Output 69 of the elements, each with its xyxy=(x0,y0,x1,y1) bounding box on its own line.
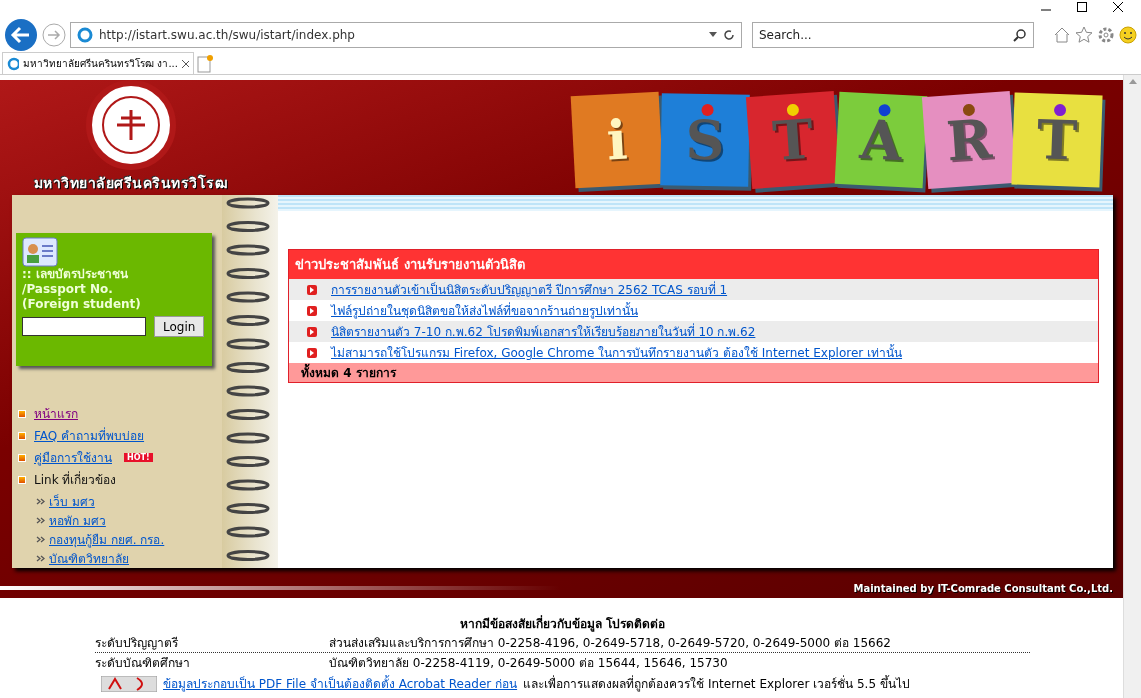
contact-value: ส่วนส่งเสริมและบริการการศึกษา 0-2258-4196, 0-2649-5718, 0-2649-5720, 0-2649-5000 ต่อ 15662 xyxy=(329,635,891,652)
refresh-icon[interactable] xyxy=(723,29,735,41)
menu-link[interactable]: หน้าแรก xyxy=(34,404,78,423)
chevron-icon xyxy=(36,555,45,562)
acrobat-icon xyxy=(101,675,157,692)
arrow-icon xyxy=(307,284,317,295)
maximize-icon[interactable] xyxy=(1077,2,1087,12)
university-name: มหาวิทยาลัยศรีนครินทรวิโรฒ xyxy=(33,173,229,193)
arrow-icon xyxy=(307,347,317,358)
arrow-icon xyxy=(307,305,317,316)
close-icon[interactable] xyxy=(1113,2,1123,12)
star-icon[interactable] xyxy=(1075,26,1093,44)
settings-icon[interactable] xyxy=(1097,26,1115,44)
chevron-icon xyxy=(36,536,45,543)
login-label: (Foreign student) xyxy=(22,297,142,312)
maintainer-credit: Maintained by IT-Comrade Consultant Co.,Ltd. xyxy=(853,582,1113,594)
id-card-icon xyxy=(22,237,58,267)
pin-icon xyxy=(786,103,800,117)
bullet-icon xyxy=(18,431,26,440)
browser-tab[interactable]: มหาวิทยาลัยศรีนครินทรวิโรฒ งา... xyxy=(2,52,194,74)
news-link[interactable]: ไม่สามารถใช้โปรแกรม Firefox, Google Chrome ในการบันทึกรายงานตัว ต้องใช้ Internet Explorer เท่านั้น xyxy=(331,343,903,362)
logo-letter-note: A xyxy=(834,91,928,189)
pin-icon xyxy=(701,103,714,117)
login-button[interactable]: Login xyxy=(154,316,205,337)
logo-letter-note: R xyxy=(921,91,1017,189)
contact-label: ระดับบัณฑิตศึกษา xyxy=(95,655,191,672)
id-input-field[interactable] xyxy=(22,317,146,336)
home-icon[interactable] xyxy=(1053,26,1071,44)
logo-letter-note: T xyxy=(745,91,841,189)
menu-link[interactable]: คู่มือการใช้งาน xyxy=(34,448,112,467)
menu-heading: Link ที่เกี่ยวข้อง xyxy=(34,470,117,489)
hot-badge: HOT! xyxy=(124,453,153,462)
arrow-icon xyxy=(307,326,317,337)
pin-icon xyxy=(962,103,976,117)
menu-link[interactable]: FAQ คำถามที่พบบ่อย xyxy=(34,426,145,445)
related-link[interactable]: หอพัก มศว xyxy=(49,511,106,530)
search-icon[interactable] xyxy=(1013,28,1027,42)
news-title: ข่าวประชาสัมพันธ์ งานรับรายงานตัวนิสิต xyxy=(289,250,1098,279)
related-link[interactable]: กองทุนกู้ยืม กยศ. กรอ. xyxy=(49,530,165,549)
contact-label: ระดับปริญญาตรี xyxy=(95,635,179,652)
related-link[interactable]: บัณฑิตวิทยาลัย xyxy=(49,549,129,568)
login-label: /Passport No. xyxy=(22,282,114,297)
logo-letter-note: S xyxy=(660,93,750,187)
bullet-icon xyxy=(18,475,26,484)
pin-icon xyxy=(1053,103,1067,117)
pin-icon xyxy=(878,103,891,117)
related-link[interactable]: เว็บ มศว xyxy=(49,492,95,511)
logo-letter-note: T xyxy=(1011,92,1103,188)
browser-note: และเพื่อการแสดงผลที่ถูกต้องควรใช้ Internet Explorer เวอร์ชั่น 5.5 ขึ้นไป xyxy=(523,674,910,693)
browser-icon xyxy=(7,56,20,71)
dropdown-icon[interactable] xyxy=(709,32,717,38)
news-link[interactable]: ไฟล์รูปถ่ายในชุดนิสิตขอให้ส่งไฟล์ที่ขอจากร้านถ่ายรูปเท่านั้น xyxy=(331,301,638,320)
smiley-icon[interactable] xyxy=(1119,26,1137,44)
chevron-icon xyxy=(36,498,45,505)
pdf-info-link[interactable]: ข้อมูลประกอบเป็น PDF File จำเป็นต้องติดตั้ง Acrobat Reader ก่อน xyxy=(163,674,518,693)
bullet-icon xyxy=(18,453,26,462)
login-label: :: เลขบัตรประชาชน xyxy=(22,267,129,282)
news-total: ทั้งหมด 4 รายการ xyxy=(289,363,1098,382)
bullet-icon xyxy=(18,409,26,418)
contact-heading: หากมีข้อสงสัยเกี่ยวกับข้อมูล โปรดติดต่อ xyxy=(458,614,667,633)
scrollbar[interactable] xyxy=(1123,75,1141,698)
chevron-icon xyxy=(36,517,45,524)
search-field[interactable]: Search... xyxy=(752,22,1034,48)
back-button[interactable] xyxy=(4,18,38,52)
logo-letter-note: i xyxy=(570,91,664,189)
address-bar[interactable]: http://istart.swu.ac.th/swu/istart/index.php xyxy=(70,22,742,48)
close-icon[interactable] xyxy=(182,59,189,68)
browser-icon xyxy=(77,27,93,43)
contact-value: บัณฑิตวิทยาลัย 0-2258-4119, 0-2649-5000 ต่อ 15644, 15646, 15730 xyxy=(329,655,728,672)
